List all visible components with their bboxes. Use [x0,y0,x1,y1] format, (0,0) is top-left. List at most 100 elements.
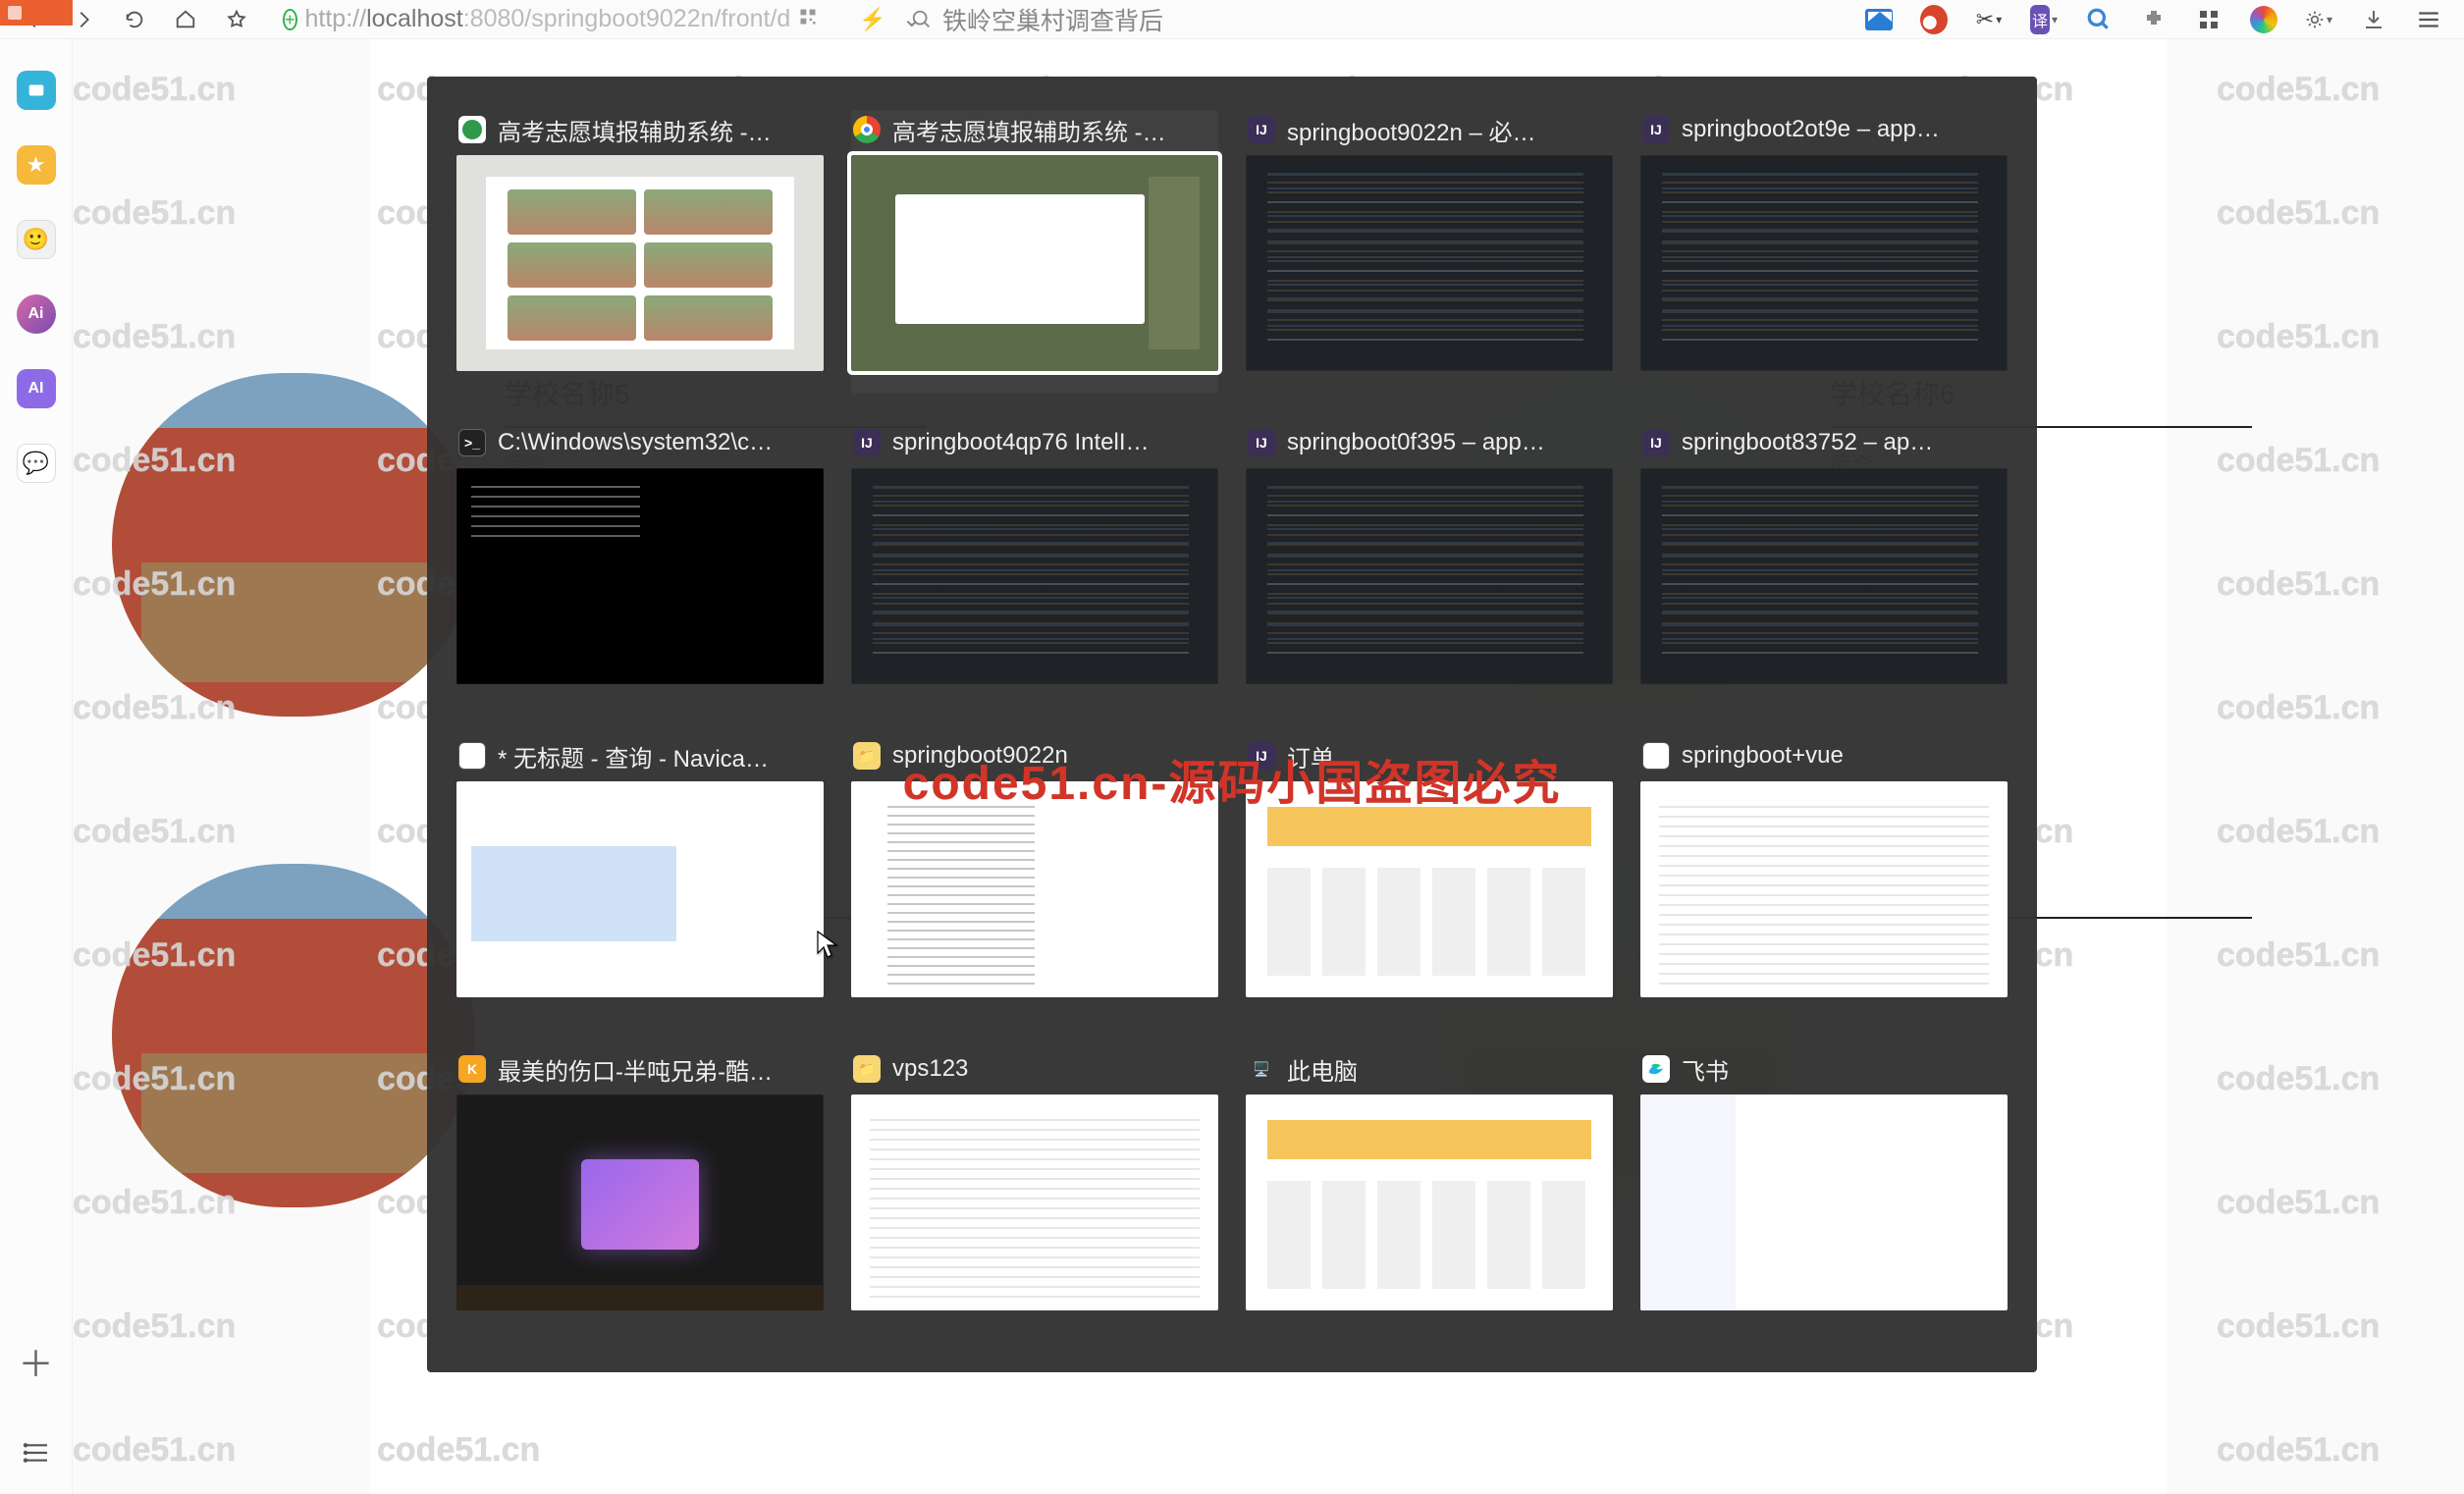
school-photo [112,373,475,717]
switcher-window-thumb [851,1094,1218,1310]
switcher-window-title: springboot+vue [1682,742,1844,770]
switcher-window-title: springboot83752 – ap… [1682,429,1933,456]
switcher-window-header: 高考志愿填报辅助系统 -… [851,110,1218,149]
lightning-icon[interactable]: ⚡ [859,7,885,32]
scissors-icon[interactable]: ✂▾ [1975,6,2003,33]
home-button[interactable] [171,5,200,34]
switcher-window[interactable]: IJspringboot2ot9e – app… [1640,110,2008,394]
switcher-window-thumb [1640,155,2008,371]
switcher-window-header: >_ C:\Windows\system32\cmd… [456,423,824,462]
switcher-window-icon: >_ [458,429,486,456]
school-photo [112,864,475,1207]
switcher-window[interactable]: IJspringboot4qp76 IntelI… [851,423,1218,707]
switcher-window-title: 订单 [1287,739,1334,774]
rail-add-button[interactable]: ＋ [18,1336,53,1387]
switcher-window-header: IJspringboot4qp76 IntelI… [851,423,1218,462]
switcher-window-icon: IJ [1248,429,1275,456]
download-icon[interactable] [2360,6,2387,33]
reload-button[interactable] [120,5,149,34]
switcher-window-icon [458,742,486,770]
switcher-window[interactable]: * 无标题 - 查询 - Navica… [456,736,824,1020]
switcher-window[interactable]: IJspringboot83752 – ap… [1640,423,2008,707]
switcher-window[interactable]: 📁vps123 [851,1049,1218,1333]
switcher-window-thumb [1246,468,1613,684]
rainbow-icon[interactable] [2250,6,2277,33]
switcher-window[interactable]: 飞书 [1640,1049,2008,1333]
switcher-window-title: springboot9022n [892,742,1068,770]
switcher-window-header: 📁vps123 [851,1049,1218,1089]
switcher-window-title: springboot4qp76 IntelI… [892,429,1150,456]
switcher-window-header: * 无标题 - 查询 - Navica… [456,736,824,775]
rail-app-ai-2[interactable]: AI [17,369,56,408]
switcher-window-icon [458,116,486,143]
switcher-window-title: 高考志愿填报辅助系统 -… [892,113,1166,147]
brightness-icon[interactable]: ▾ [2305,6,2332,33]
switcher-window-header: K 最美的伤口-半吨兄弟-酷… [456,1049,824,1089]
switcher-window[interactable]: 高考志愿填报辅助系统 -… [851,110,1218,394]
switcher-window[interactable]: IJ springboot0f395 – app… [1246,423,1613,707]
switcher-window[interactable]: IJspringboot9022n – 必… [1246,110,1613,394]
switcher-window-thumb [851,781,1218,997]
extensions-icon[interactable] [2140,6,2168,33]
rail-app-chat[interactable]: 💬 [17,444,56,483]
switcher-window-header: IJspringboot83752 – ap… [1640,423,2008,462]
left-app-rail: ★ 🙂 Ai AI 💬 ＋ [0,39,73,1494]
toolbar-search-icon[interactable] [2085,6,2113,33]
switcher-window-title: 最美的伤口-半吨兄弟-酷… [498,1052,773,1087]
switcher-window[interactable]: springboot+vue [1640,736,2008,1020]
switcher-window[interactable]: 📁 springboot9022n [851,736,1218,1020]
translate-icon[interactable]: 译▾ [2030,6,2058,33]
switcher-window-thumb [456,1094,824,1310]
window-switcher[interactable]: 高考志愿填报辅助系统 -…高考志愿填报辅助系统 -…IJspringboot90… [427,77,2037,1372]
weibo-icon[interactable] [1920,6,1948,33]
switcher-window-thumb [851,155,1218,371]
switcher-window-icon: IJ [1248,742,1275,770]
switcher-window[interactable]: 高考志愿填报辅助系统 -… [456,110,824,394]
qr-icon[interactable] [798,7,818,32]
switcher-window[interactable]: 🖥️此电脑 [1246,1049,1613,1333]
toolbar-right: ✂▾ 译▾ ▾ [1865,6,2460,33]
switcher-window-thumb [1246,781,1613,997]
switcher-window-thumb [851,468,1218,684]
address-bar[interactable]: + http://localhost:8080/springboot9022n/… [275,5,884,34]
rail-app-ai-1[interactable]: Ai [17,294,56,334]
forward-button[interactable] [69,5,98,34]
switcher-window-title: C:\Windows\system32\cmd… [498,429,792,456]
switcher-window-icon: 📁 [853,742,881,770]
bookmark-button[interactable] [222,5,251,34]
switcher-window[interactable]: >_ C:\Windows\system32\cmd… [456,423,824,707]
rail-tabs-icon[interactable] [23,1442,50,1468]
switcher-window-icon [1642,1055,1670,1084]
switcher-window-header: springboot+vue [1640,736,2008,775]
search-icon [911,9,933,30]
rail-app-face[interactable]: 🙂 [17,220,56,259]
apps-icon[interactable] [2195,6,2223,33]
switcher-window-thumb [456,155,824,371]
rail-app-star[interactable]: ★ [17,145,56,185]
switcher-window-header: 📁 springboot9022n [851,736,1218,775]
rail-app-1[interactable] [17,71,56,110]
switcher-window-header: IJspringboot9022n – 必… [1246,110,1613,149]
menu-icon[interactable] [2415,6,2442,33]
switcher-window-title: springboot0f395 – app… [1287,429,1545,456]
switcher-window-title: 飞书 [1682,1052,1729,1087]
address-text: http://localhost:8080/springboot9022n/fr… [305,5,791,33]
switcher-window-thumb [456,781,824,997]
switcher-window-icon: 📁 [853,1055,881,1083]
switcher-window-title: 此电脑 [1287,1052,1358,1087]
search-placeholder: 铁岭空巢村调查背后 [942,2,1163,37]
switcher-window-thumb [456,468,824,684]
switcher-window-thumb [1640,1094,2008,1310]
browser-toolbar: + http://localhost:8080/springboot9022n/… [0,0,2464,39]
mail-icon[interactable] [1865,6,1893,33]
switcher-window[interactable]: IJ 订单 [1246,736,1613,1020]
browser-tab-active-edge [0,0,73,26]
switcher-window-icon [1642,742,1670,770]
switcher-window-icon: K [458,1055,486,1083]
search-bar[interactable]: 铁岭空巢村调查背后 [911,5,1323,34]
switcher-window-thumb [1640,468,2008,684]
switcher-window-title: springboot9022n – 必… [1287,113,1536,147]
switcher-window-thumb [1246,155,1613,371]
switcher-window[interactable]: K 最美的伤口-半吨兄弟-酷… [456,1049,824,1333]
switcher-window-title: 高考志愿填报辅助系统 -… [498,113,772,147]
